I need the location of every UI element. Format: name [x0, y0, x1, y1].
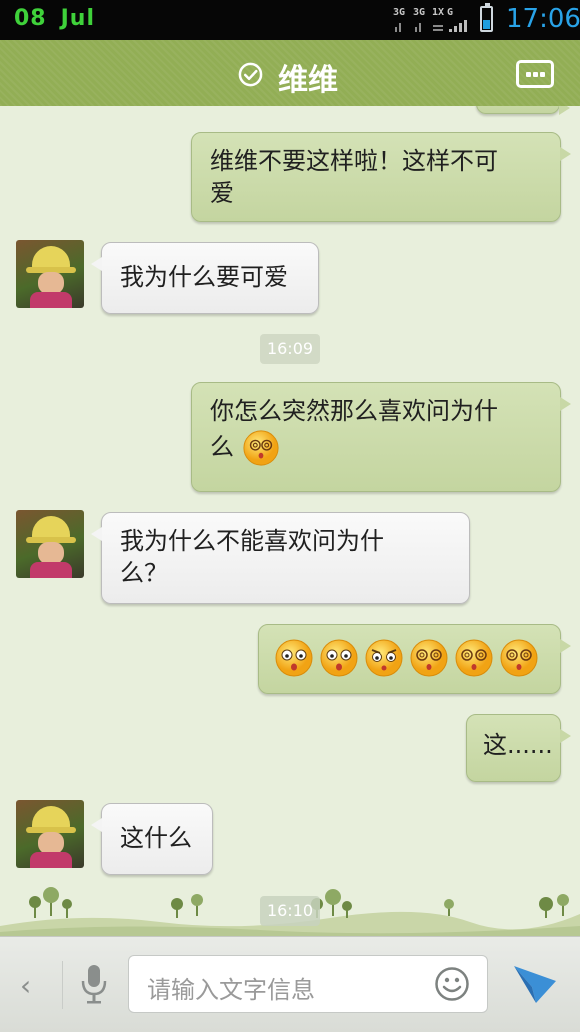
network-label-3g-2: 3G — [413, 7, 426, 18]
dizzy-emoji-icon — [500, 639, 538, 677]
status-time: 17:06 — [506, 4, 580, 34]
avatar[interactable] — [16, 240, 84, 308]
status-day: 08 — [14, 6, 47, 31]
message-text: 么 — [210, 433, 234, 461]
battery-icon — [480, 3, 493, 32]
divider — [62, 961, 63, 1009]
check-circle-icon — [238, 62, 263, 87]
network-indicators: 3G 3G 1X G — [393, 7, 471, 33]
message-bubble-out[interactable]: 这...... — [466, 714, 571, 782]
microphone-icon[interactable] — [78, 963, 110, 1005]
message-text: 么？ — [120, 559, 168, 587]
smiley-icon[interactable] — [434, 966, 470, 1002]
message-text: 我为什么不能喜欢问为什 — [120, 527, 384, 555]
input-bar: ‹ 请输入文字信息 — [0, 936, 580, 1032]
message-bubble-clipped[interactable] — [476, 106, 570, 115]
shocked-emoji-icon — [275, 639, 313, 677]
back-chevron-icon[interactable]: ‹ — [20, 969, 31, 1002]
message-bubble-out[interactable]: 维维不要这样啦！这样不可 爱 — [191, 132, 571, 222]
message-text: 爱 — [210, 179, 234, 207]
message-bubble-in[interactable]: 这什么 — [91, 803, 213, 875]
emoji-row — [275, 639, 538, 677]
message-text: 维维不要这样啦！这样不可 — [210, 147, 498, 175]
timestamp: 16:10 — [260, 896, 320, 926]
more-dot — [540, 72, 545, 77]
chat-title: 维维 — [278, 63, 338, 98]
avatar[interactable] — [16, 510, 84, 578]
dizzy-emoji-icon — [410, 639, 448, 677]
angry-emoji-icon — [365, 639, 403, 677]
message-bubble-in[interactable]: 我为什么要可爱 — [91, 242, 319, 314]
message-text: 这什么 — [120, 824, 192, 852]
network-label-g: G — [447, 7, 454, 18]
network-label-1x: 1X — [432, 7, 445, 18]
timestamp: 16:09 — [260, 334, 320, 364]
message-bubble-out[interactable] — [258, 624, 571, 694]
chat-area[interactable]: 维维不要这样啦！这样不可 爱 我为什么要可爱 16:09 你怎么突然那么喜欢问为… — [0, 106, 580, 936]
more-options-button[interactable] — [516, 60, 554, 88]
status-date: 08 Jul — [14, 6, 95, 31]
avatar[interactable] — [16, 800, 84, 868]
message-bubble-in[interactable]: 我为什么不能喜欢问为什 么？ — [91, 512, 470, 604]
shocked-emoji-icon — [320, 639, 358, 677]
signal-bars-icon — [395, 20, 467, 32]
more-dots-icon — [526, 72, 531, 77]
more-dot — [533, 72, 538, 77]
dizzy-emoji-icon — [243, 430, 279, 466]
message-text: 我为什么要可爱 — [120, 263, 288, 291]
message-text: 这...... — [483, 731, 553, 759]
message-bubble-out[interactable]: 你怎么突然那么喜欢问为什 么 — [191, 382, 571, 492]
dizzy-emoji-icon — [455, 639, 493, 677]
status-month: Jul — [60, 6, 96, 31]
send-arrow-icon[interactable] — [512, 963, 558, 1005]
status-bar: 08 Jul 3G 3G 1X G 17:06 — [0, 0, 580, 40]
input-placeholder: 请输入文字信息 — [147, 976, 315, 1004]
network-label-3g: 3G — [393, 7, 406, 18]
message-text: 你怎么突然那么喜欢问为什 — [210, 397, 498, 425]
